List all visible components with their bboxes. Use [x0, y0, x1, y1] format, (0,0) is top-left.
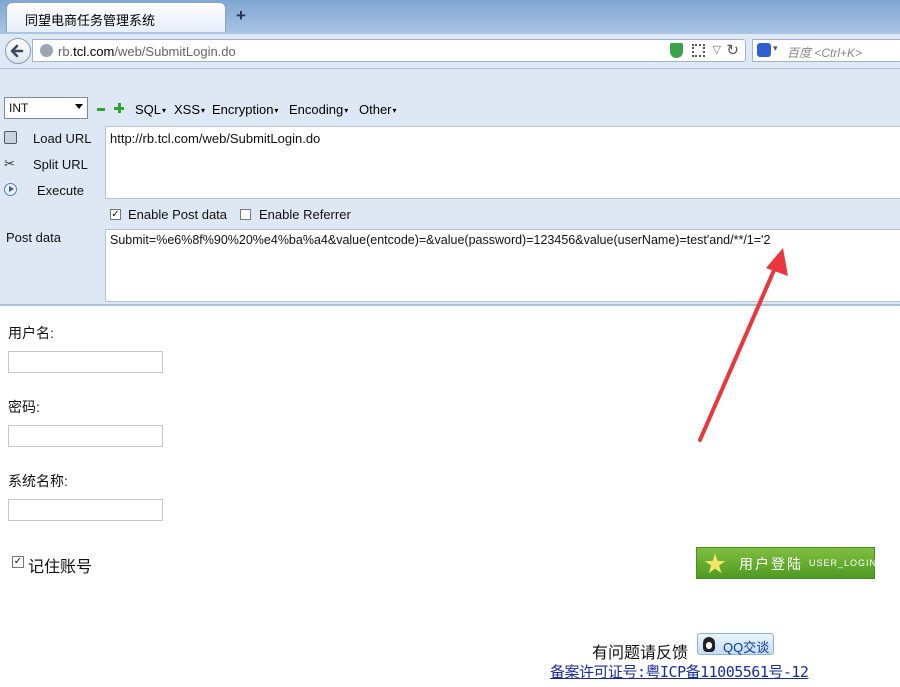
annotation-arrow [698, 248, 788, 442]
